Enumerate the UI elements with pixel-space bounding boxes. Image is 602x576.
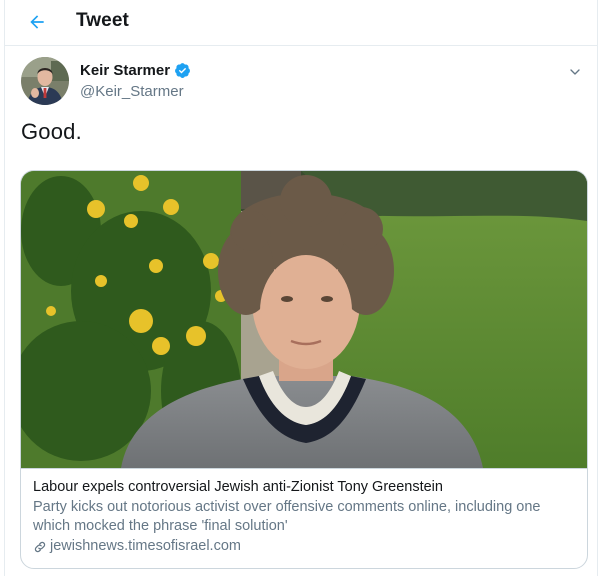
page-header: Tweet <box>5 0 597 46</box>
more-options-button[interactable] <box>563 60 587 84</box>
avatar[interactable] <box>21 57 69 105</box>
author-name[interactable]: Keir Starmer <box>80 62 170 79</box>
card-body: Labour expels controversial Jewish anti-… <box>33 478 581 556</box>
verified-badge-icon <box>175 63 190 78</box>
tweet-page: Tweet Keir Starmer @Keir_Starmer Good. L… <box>4 0 598 576</box>
author-name-row: Keir Starmer <box>80 62 191 79</box>
card-title: Labour expels controversial Jewish anti-… <box>33 479 443 495</box>
link-card[interactable]: Labour expels controversial Jewish anti-… <box>20 170 588 569</box>
link-icon <box>34 541 46 552</box>
chevron-down-icon <box>570 69 580 75</box>
card-domain: jewishnews.timesofisrael.com <box>50 538 241 554</box>
author-handle[interactable]: @Keir_Starmer <box>80 83 184 100</box>
page-title: Tweet <box>76 10 129 31</box>
arrow-left-icon <box>30 15 44 29</box>
card-link-row: jewishnews.timesofisrael.com <box>33 537 581 556</box>
back-button[interactable] <box>21 6 53 38</box>
tweet-text: Good. <box>21 119 82 144</box>
card-image <box>21 171 587 469</box>
card-description: Party kicks out notorious activist over … <box>33 499 541 534</box>
avatar-image <box>21 57 69 105</box>
